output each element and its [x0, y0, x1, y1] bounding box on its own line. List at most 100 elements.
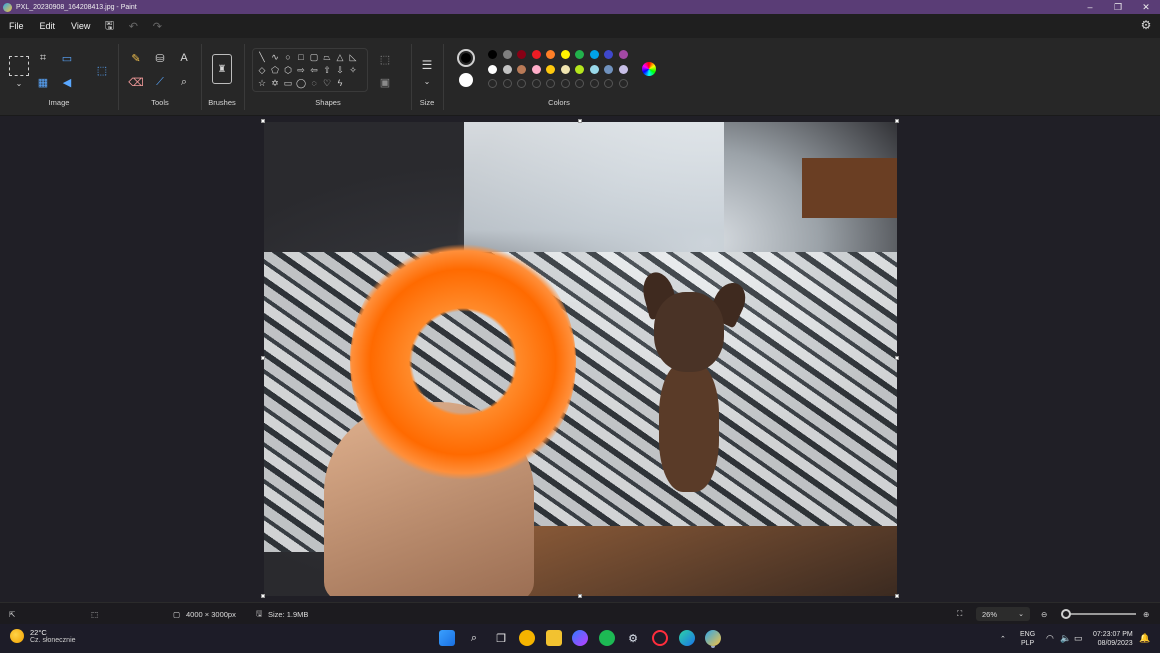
- remove-background-icon[interactable]: ⬚: [92, 60, 112, 80]
- color-picker-icon[interactable]: ⟋: [151, 73, 169, 91]
- resize-handle-bottom-right[interactable]: [895, 594, 899, 598]
- polygon-shape-icon[interactable]: ⏢: [321, 51, 333, 63]
- color-swatch[interactable]: [531, 64, 541, 74]
- custom-color-slot[interactable]: [604, 79, 613, 88]
- color-swatch[interactable]: [546, 64, 555, 74]
- color-swatch[interactable]: [604, 64, 613, 74]
- pencil-icon[interactable]: ✎: [127, 49, 145, 67]
- select-chevron-down-icon[interactable]: ⌄: [10, 74, 28, 92]
- resize-handle-top[interactable]: [578, 119, 582, 123]
- zoom-slider[interactable]: [1060, 609, 1136, 619]
- up-arrow-shape-icon[interactable]: ⇧: [321, 64, 333, 76]
- rounded-rectangle-shape-icon[interactable]: ▢: [308, 51, 320, 63]
- menu-file[interactable]: File: [2, 14, 31, 38]
- save-icon[interactable]: 🖫: [97, 14, 121, 38]
- shape-fill-icon[interactable]: ▣: [376, 73, 394, 91]
- settings-gear-icon[interactable]: ⚙: [1138, 18, 1154, 34]
- resize-handle-bottom[interactable]: [578, 594, 582, 598]
- rect-callout-shape-icon[interactable]: ▭: [282, 77, 294, 89]
- color-swatch[interactable]: [618, 50, 628, 59]
- color-swatch[interactable]: [502, 64, 512, 74]
- zoom-out-icon[interactable]: ⊖: [1041, 603, 1047, 625]
- close-icon[interactable]: ✕: [1132, 0, 1160, 14]
- tray-chevron-up-icon[interactable]: ⌃: [1000, 624, 1006, 653]
- norton-icon[interactable]: [519, 630, 535, 646]
- left-arrow-shape-icon[interactable]: ⇦: [308, 64, 320, 76]
- custom-color-slot[interactable]: [517, 79, 526, 88]
- shape-outline-icon[interactable]: ⬚: [376, 50, 394, 68]
- rectangle-shape-icon[interactable]: □: [295, 51, 307, 63]
- custom-color-slot[interactable]: [546, 79, 555, 88]
- color-swatch[interactable]: [589, 50, 599, 59]
- color-swatch[interactable]: [517, 50, 526, 59]
- text-icon[interactable]: A: [175, 49, 193, 67]
- color-swatch[interactable]: [575, 50, 584, 59]
- custom-color-slot[interactable]: [488, 79, 497, 88]
- start-icon[interactable]: [439, 630, 455, 646]
- custom-color-slot[interactable]: [575, 79, 584, 88]
- menu-edit[interactable]: Edit: [33, 14, 63, 38]
- canvas-image[interactable]: [264, 122, 897, 596]
- zoom-in-icon[interactable]: ⊕: [1143, 603, 1149, 625]
- right-arrow-shape-icon[interactable]: ⇨: [295, 64, 307, 76]
- color-swatch[interactable]: [531, 50, 541, 59]
- lightning-shape-icon[interactable]: ϟ: [334, 77, 346, 89]
- fill-icon[interactable]: ⛁: [151, 49, 169, 67]
- rotate-icon[interactable]: ◀: [58, 73, 76, 91]
- triangle-shape-icon[interactable]: △: [334, 51, 346, 63]
- messenger-icon[interactable]: [572, 630, 588, 646]
- heart-shape-icon[interactable]: ♡: [321, 77, 333, 89]
- opera-icon[interactable]: [652, 630, 668, 646]
- task-view-icon[interactable]: ❐: [493, 630, 509, 646]
- color-swatch[interactable]: [502, 50, 512, 59]
- color-swatch[interactable]: [560, 50, 570, 59]
- cloud-callout-shape-icon[interactable]: ◌: [308, 77, 320, 89]
- color-swatch[interactable]: [517, 64, 526, 74]
- color-swatch[interactable]: [575, 64, 584, 74]
- hexagon-shape-icon[interactable]: ⬡: [282, 64, 294, 76]
- minimize-icon[interactable]: –: [1076, 0, 1104, 14]
- color-swatch[interactable]: [589, 64, 599, 74]
- curve-shape-icon[interactable]: ∿: [269, 51, 281, 63]
- line-shape-icon[interactable]: ╲: [256, 51, 268, 63]
- resize-handle-right[interactable]: [895, 356, 899, 360]
- resize-handle-top-right[interactable]: [895, 119, 899, 123]
- custom-color-slot[interactable]: [502, 79, 512, 88]
- battery-icon[interactable]: ▭: [1074, 624, 1083, 653]
- custom-color-slot[interactable]: [589, 79, 599, 88]
- size-chevron-down-icon[interactable]: ⌄: [418, 72, 436, 90]
- pentagon-shape-icon[interactable]: ⬠: [269, 64, 281, 76]
- volume-icon[interactable]: 🔈: [1060, 624, 1071, 653]
- clock[interactable]: 07:23:07 PM 08/09/2023: [1093, 624, 1133, 653]
- steam-icon[interactable]: ⚙: [625, 630, 641, 646]
- color-swatch[interactable]: [546, 50, 555, 59]
- brush-icon[interactable]: ♜: [212, 54, 232, 84]
- input-language[interactable]: ENG PLP: [1020, 624, 1035, 653]
- oval-shape-icon[interactable]: ○: [282, 51, 294, 63]
- color-swatch[interactable]: [488, 64, 497, 74]
- custom-color-slot[interactable]: [618, 79, 628, 88]
- notification-bell-icon[interactable]: 🔔: [1139, 624, 1150, 653]
- image-generator-icon[interactable]: ▦: [34, 73, 52, 91]
- five-point-star-shape-icon[interactable]: ☆: [256, 77, 268, 89]
- weather-widget[interactable]: 22°C Cz. słonecznie: [10, 628, 76, 644]
- custom-color-slot[interactable]: [560, 79, 570, 88]
- fit-to-window-icon[interactable]: ⛶: [957, 603, 962, 625]
- four-point-star-shape-icon[interactable]: ✧: [347, 64, 359, 76]
- eraser-icon[interactable]: ⌫: [127, 73, 145, 91]
- edge-icon[interactable]: [679, 630, 695, 646]
- color-swatch[interactable]: [488, 50, 497, 59]
- spotify-icon[interactable]: [599, 630, 615, 646]
- zoom-slider-thumb[interactable]: [1060, 609, 1071, 619]
- wifi-icon[interactable]: ◠: [1046, 624, 1054, 653]
- zoom-dropdown[interactable]: 26% ⌄: [976, 607, 1030, 621]
- custom-color-slot[interactable]: [531, 79, 541, 88]
- secondary-color-swatch[interactable]: [459, 73, 473, 87]
- six-point-star-shape-icon[interactable]: ✡: [269, 77, 281, 89]
- color-swatch[interactable]: [618, 64, 628, 74]
- file-explorer-icon[interactable]: [546, 630, 562, 646]
- resize-icon[interactable]: ▭: [58, 49, 76, 67]
- resize-handle-top-left[interactable]: [261, 119, 265, 123]
- resize-handle-bottom-left[interactable]: [261, 594, 265, 598]
- right-triangle-shape-icon[interactable]: ◺: [347, 51, 359, 63]
